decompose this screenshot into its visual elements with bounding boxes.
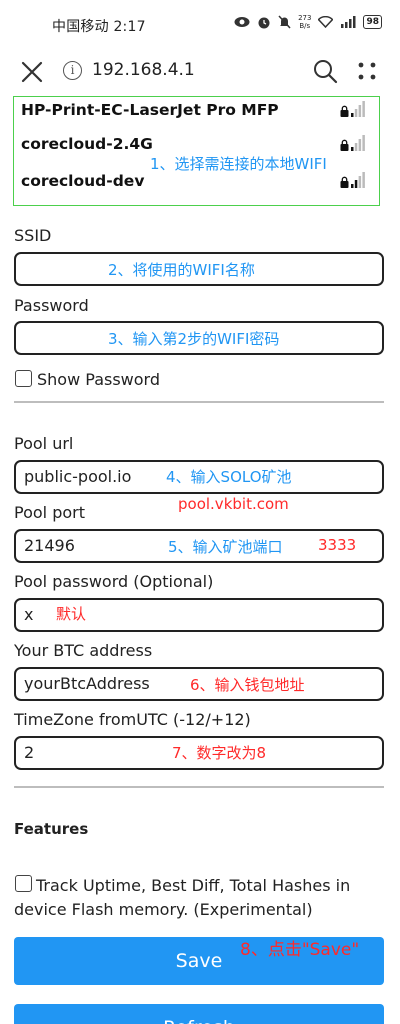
status-icons: 273 B/s 98 [234, 14, 382, 30]
alarm-icon [258, 17, 270, 29]
track-uptime-label[interactable]: Track Uptime, Best Diff, Total Hashes in… [14, 874, 374, 922]
ssid-label: SSID [14, 226, 52, 245]
refresh-button[interactable]: Refresh [14, 1004, 384, 1024]
annotation-step5: 5、输入矿池端口 [168, 538, 283, 556]
cell-signal-icon [341, 16, 356, 28]
annotation-step2: 2、将使用的WIFI名称 [108, 261, 255, 279]
password-label: Password [14, 296, 89, 315]
wifi-ssid[interactable]: HP-Print-EC-LaserJet Pro MFP [21, 101, 279, 119]
show-password-label[interactable]: Show Password [37, 370, 160, 389]
annotation-port-hint: 3333 [318, 536, 357, 554]
divider [14, 401, 384, 403]
annotation-step4: 4、输入SOLO矿池 [166, 468, 292, 486]
speed-value: 273 [298, 14, 312, 22]
wifi-ssid[interactable]: corecloud-2.4G [21, 135, 153, 153]
eye-icon [234, 17, 250, 27]
annotation-step8: 8、点击"Save" [240, 940, 360, 960]
pool-password-label: Pool password (Optional) [14, 572, 214, 591]
lock-icon [340, 176, 349, 188]
carrier-time: 中国移动 2:17 [52, 19, 146, 35]
features-heading: Features [14, 820, 89, 838]
close-icon[interactable] [18, 58, 46, 86]
info-icon[interactable]: i [63, 61, 82, 80]
annotation-pool-hint: pool.vkbit.com [178, 495, 289, 513]
network-speed: 273 B/s [298, 14, 311, 30]
battery-icon: 98 [363, 15, 382, 29]
btc-address-label: Your BTC address [14, 641, 153, 660]
wifi-signal-icon [351, 101, 365, 117]
annotation-default-hint: 默认 [56, 605, 87, 623]
status-bar: 中国移动 2:17 273 B/s 98 [0, 0, 400, 46]
annotation-step7: 7、数字改为8 [172, 744, 267, 762]
url-text[interactable]: 192.168.4.1 [92, 60, 195, 80]
divider [14, 786, 384, 788]
mute-icon [278, 15, 291, 29]
wifi-signal-icon [351, 172, 365, 188]
wifi-network-list: HP-Print-EC-LaserJet Pro MFP corecloud-2… [13, 96, 380, 206]
lock-icon [340, 105, 349, 117]
wifi-status-icon [318, 16, 334, 28]
more-dots-icon[interactable] [357, 61, 377, 81]
wifi-ssid[interactable]: corecloud-dev [21, 172, 144, 190]
wifi-item[interactable]: corecloud-dev [21, 172, 371, 194]
browser-url-bar: i 192.168.4.1 [0, 52, 400, 96]
show-password-checkbox[interactable] [15, 370, 32, 387]
annotation-step3: 3、输入第2步的WIFI密码 [108, 330, 280, 348]
wifi-item[interactable]: HP-Print-EC-LaserJet Pro MFP [21, 101, 371, 123]
annotation-step1: 1、选择需连接的本地WIFI [150, 155, 327, 173]
speed-unit: B/s [299, 22, 311, 30]
wifi-signal-icon [351, 135, 365, 151]
annotation-step6: 6、输入钱包地址 [190, 676, 305, 694]
pool-url-label: Pool url [14, 434, 74, 453]
pool-port-label: Pool port [14, 503, 85, 522]
lock-icon [340, 139, 349, 151]
timezone-label: TimeZone fromUTC (-12/+12) [14, 710, 251, 729]
search-icon[interactable] [312, 58, 338, 84]
